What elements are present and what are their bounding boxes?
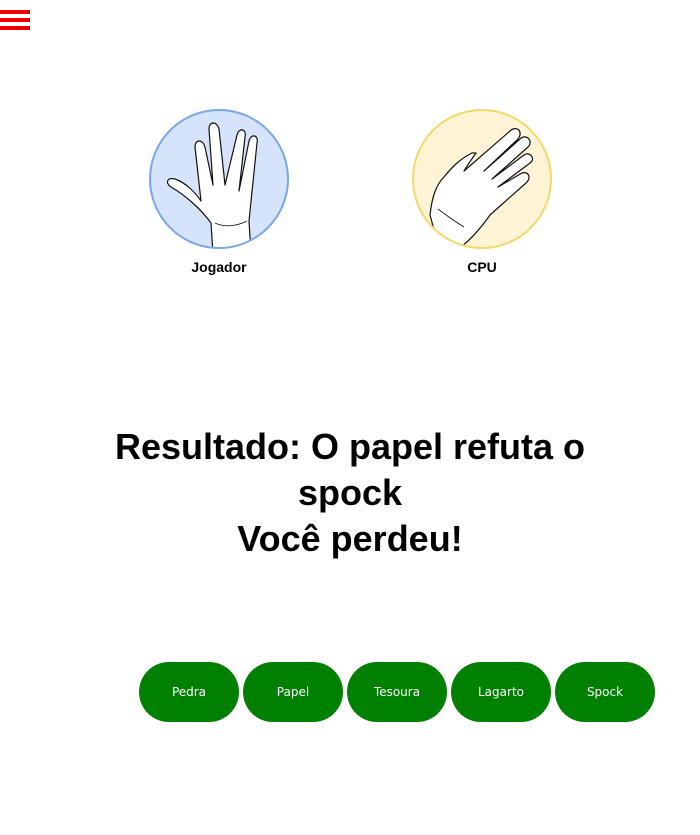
spock-button[interactable]: Spock — [555, 662, 655, 722]
lagarto-button[interactable]: Lagarto — [451, 662, 551, 722]
menu-bar-1 — [0, 10, 30, 14]
cpu-panel: CPU — [409, 109, 555, 275]
outcome-text: Você perdeu! — [237, 518, 463, 559]
choice-buttons: Pedra Papel Tesoura Lagarto Spock — [139, 662, 655, 722]
hamburger-menu-icon[interactable] — [0, 8, 30, 36]
pedra-button[interactable]: Pedra — [139, 662, 239, 722]
result-text: Resultado: O papel refuta o spock — [114, 426, 586, 513]
cpu-label: CPU — [467, 259, 497, 275]
menu-bar-2 — [0, 18, 30, 22]
menu-bar-3 — [0, 26, 30, 30]
papel-button[interactable]: Papel — [243, 662, 343, 722]
player-label: Jogador — [191, 259, 247, 275]
result-message: Resultado: O papel refuta o spock Você p… — [0, 424, 700, 562]
player-choice-circle — [149, 109, 289, 249]
paper-hand-icon — [429, 127, 534, 247]
tesoura-button[interactable]: Tesoura — [347, 662, 447, 722]
spock-hand-icon — [166, 122, 258, 247]
cpu-choice-circle — [412, 109, 552, 249]
player-panel: Jogador — [146, 109, 292, 275]
